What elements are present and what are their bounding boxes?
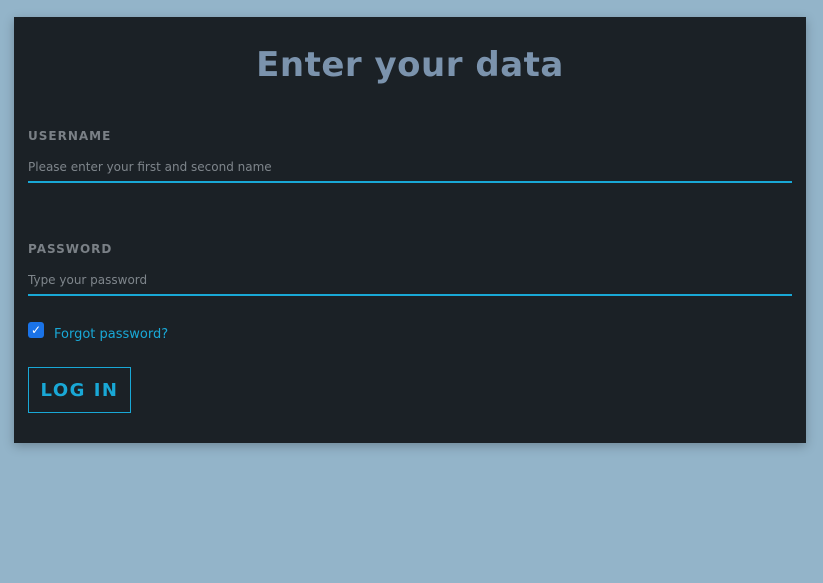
username-label: USERNAME (28, 129, 112, 143)
remember-checkbox[interactable]: ✓ (28, 322, 44, 338)
forgot-password-link[interactable]: Forgot password? (54, 327, 168, 342)
form-title: Enter your data (256, 45, 564, 85)
login-card: Enter your data USERNAME PASSWORD ✓ Forg… (14, 17, 806, 443)
username-input[interactable] (28, 153, 792, 183)
remember-row: ✓ Forgot password? (28, 322, 168, 342)
password-label: PASSWORD (28, 242, 113, 256)
login-button[interactable]: LOG IN (28, 367, 131, 413)
password-input[interactable] (28, 266, 792, 296)
checkmark-icon: ✓ (30, 323, 42, 337)
